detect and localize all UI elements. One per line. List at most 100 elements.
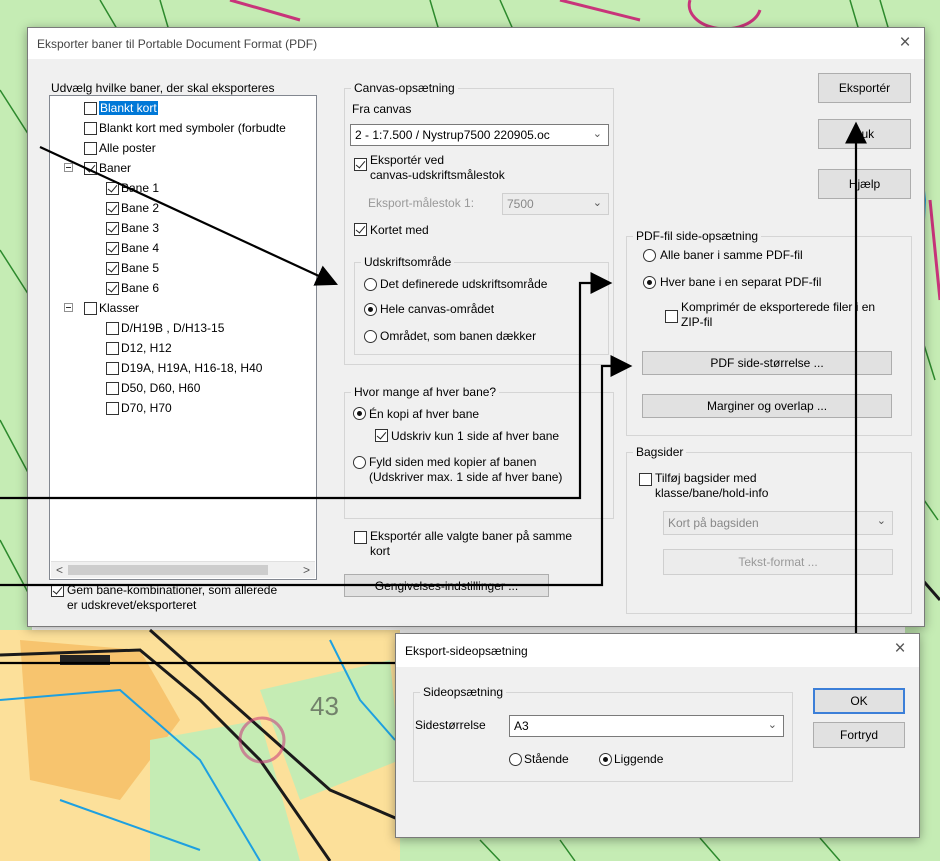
tree-item-checkbox[interactable] <box>106 382 119 396</box>
render-settings-button[interactable]: Gengivelses-indstillinger ... <box>344 574 549 597</box>
tree-item-checkbox[interactable] <box>106 222 119 236</box>
tree-item-checkbox[interactable] <box>106 182 119 196</box>
tree-item[interactable]: Alle poster <box>84 140 156 156</box>
tree-item[interactable]: Bane 1 <box>106 180 159 196</box>
page-setup-legend: Sideopsætning <box>420 685 507 699</box>
tree-item[interactable]: Blankt kort med symboler (forbudte <box>84 120 286 136</box>
map-included-checkbox[interactable] <box>354 223 367 236</box>
one-copy-label: Én kopi af hver bane <box>369 407 480 421</box>
tree-item-checkbox[interactable] <box>106 402 119 416</box>
export-scale-value: 7500 <box>507 197 534 211</box>
from-canvas-label: Fra canvas <box>352 102 412 116</box>
scroll-left-arrow-icon[interactable]: < <box>51 562 68 579</box>
canvas-select[interactable]: 2 - 1:7.500 / Nystrup7500 220905.oc ⌄ <box>350 124 609 146</box>
zip-checkbox[interactable] <box>665 310 678 323</box>
fill-page-line2: (Udskriver max. 1 side af hver bane) <box>369 470 563 484</box>
tree-item-checkbox[interactable] <box>106 362 119 376</box>
tree-item-checkbox[interactable] <box>84 122 97 136</box>
tree-item[interactable]: D19A, H19A, H16-18, H40 <box>106 360 262 376</box>
tree-item[interactable]: Bane 6 <box>106 280 159 296</box>
tree-item-checkbox[interactable] <box>84 142 97 156</box>
print-area-label: Hele canvas-området <box>380 302 495 316</box>
export-all-same-map-checkbox[interactable] <box>354 531 367 544</box>
export-print-scale-line2: canvas-udskriftsmålestok <box>370 168 505 182</box>
add-back-pages-line2: klasse/bane/hold-info <box>655 486 769 500</box>
scroll-right-arrow-icon[interactable]: > <box>298 562 315 579</box>
print-area-radio[interactable] <box>364 303 377 316</box>
cancel-button[interactable]: Fortryd <box>813 722 905 748</box>
tree-item-checkbox[interactable] <box>84 302 97 316</box>
print-area-radio[interactable] <box>364 330 377 343</box>
tree-item-label: Bane 1 <box>121 181 160 195</box>
tree-item-checkbox[interactable] <box>106 342 119 356</box>
pdf-page-size-button[interactable]: PDF side-størrelse ... <box>642 351 892 375</box>
back-page-select[interactable]: Kort på bagsiden ⌄ <box>663 511 893 535</box>
tree-item[interactable]: Blankt kort <box>84 100 158 116</box>
chevron-down-icon: ⌄ <box>876 515 886 527</box>
tree-item-label: D70, H70 <box>121 401 172 415</box>
collapse-icon[interactable] <box>64 303 73 312</box>
tree-item[interactable]: D/H19B , D/H13-15 <box>106 320 224 336</box>
page-size-select[interactable]: A3 ⌄ <box>509 715 784 737</box>
all-in-one-pdf-label: Alle baner i samme PDF-fil <box>660 248 803 262</box>
tree-item[interactable]: Bane 4 <box>106 240 159 256</box>
tree-item-label: Bane 2 <box>121 201 160 215</box>
canvas-group-legend: Canvas-opsætning <box>351 81 458 95</box>
one-page-checkbox[interactable] <box>375 429 388 442</box>
export-button[interactable]: Eksportér <box>818 73 911 103</box>
landscape-radio[interactable] <box>599 753 612 766</box>
chevron-down-icon: ⌄ <box>592 128 602 140</box>
tree-item[interactable]: Bane 3 <box>106 220 159 236</box>
tree-item[interactable]: Bane 5 <box>106 260 159 276</box>
tree-item[interactable]: Klasser <box>64 300 139 316</box>
tree-item-label: Baner <box>99 161 132 175</box>
close-icon[interactable]: × <box>894 32 916 54</box>
tree-item[interactable]: D70, H70 <box>106 400 172 416</box>
tree-item-label: D50, D60, H60 <box>121 381 201 395</box>
copies-group-legend: Hvor mange af hver bane? <box>351 385 500 399</box>
tree-horizontal-scrollbar[interactable]: < > <box>51 561 315 578</box>
export-print-scale-checkbox[interactable] <box>354 158 367 171</box>
tree-item-checkbox[interactable] <box>84 162 97 176</box>
close-icon[interactable]: × <box>889 638 911 660</box>
tree-item-checkbox[interactable] <box>106 202 119 216</box>
courses-group-legend: Udvælg hvilke baner, der skal eksportere… <box>51 81 275 95</box>
page-size-label: Sidestørrelse <box>415 718 486 732</box>
tree-item-checkbox[interactable] <box>106 282 119 296</box>
tree-item-checkbox[interactable] <box>84 102 97 116</box>
tree-item-label: Blankt kort <box>99 101 158 115</box>
add-back-pages-checkbox[interactable] <box>639 473 652 486</box>
tree-item[interactable]: D12, H12 <box>106 340 172 356</box>
all-in-one-pdf-radio[interactable] <box>643 249 656 262</box>
tree-item[interactable]: Baner <box>64 160 132 176</box>
text-format-button[interactable]: Tekst-format ... <box>663 549 893 575</box>
ok-button[interactable]: OK <box>813 688 905 714</box>
tree-item-label: Alle poster <box>99 141 156 155</box>
tree-item[interactable]: Bane 2 <box>106 200 159 216</box>
tree-item-label: Bane 4 <box>121 241 160 255</box>
page-setup-title: Eksport-sideopsætning <box>405 643 528 658</box>
course-tree[interactable]: Blankt kort Blankt kort med symboler (for… <box>49 95 317 580</box>
close-button[interactable]: Luk <box>818 119 911 149</box>
portrait-radio[interactable] <box>509 753 522 766</box>
tree-item-checkbox[interactable] <box>106 322 119 336</box>
tree-item-label: D/H19B , D/H13-15 <box>121 321 225 335</box>
print-area-radio[interactable] <box>364 278 377 291</box>
export-scale-select[interactable]: 7500 ⌄ <box>502 193 609 215</box>
scroll-thumb[interactable] <box>68 565 268 575</box>
collapse-icon[interactable] <box>64 163 73 172</box>
tree-item-checkbox[interactable] <box>106 242 119 256</box>
tree-item-checkbox[interactable] <box>106 262 119 276</box>
separate-pdf-radio[interactable] <box>643 276 656 289</box>
remember-combinations-checkbox[interactable] <box>51 584 64 597</box>
tree-item-label: Bane 6 <box>121 281 160 295</box>
tree-item[interactable]: D50, D60, H60 <box>106 380 200 396</box>
export-pdf-dialog: Eksporter baner til Portable Document Fo… <box>27 27 925 627</box>
courses-group: Udvælg hvilke baner, der skal eksportere… <box>45 81 317 625</box>
help-button[interactable]: Hjælp <box>818 169 911 199</box>
export-all-same-map-line2: kort <box>370 544 391 558</box>
margins-button[interactable]: Marginer og overlap ... <box>642 394 892 418</box>
one-copy-radio[interactable] <box>353 407 366 420</box>
chevron-down-icon: ⌄ <box>592 197 602 209</box>
fill-page-radio[interactable] <box>353 456 366 469</box>
